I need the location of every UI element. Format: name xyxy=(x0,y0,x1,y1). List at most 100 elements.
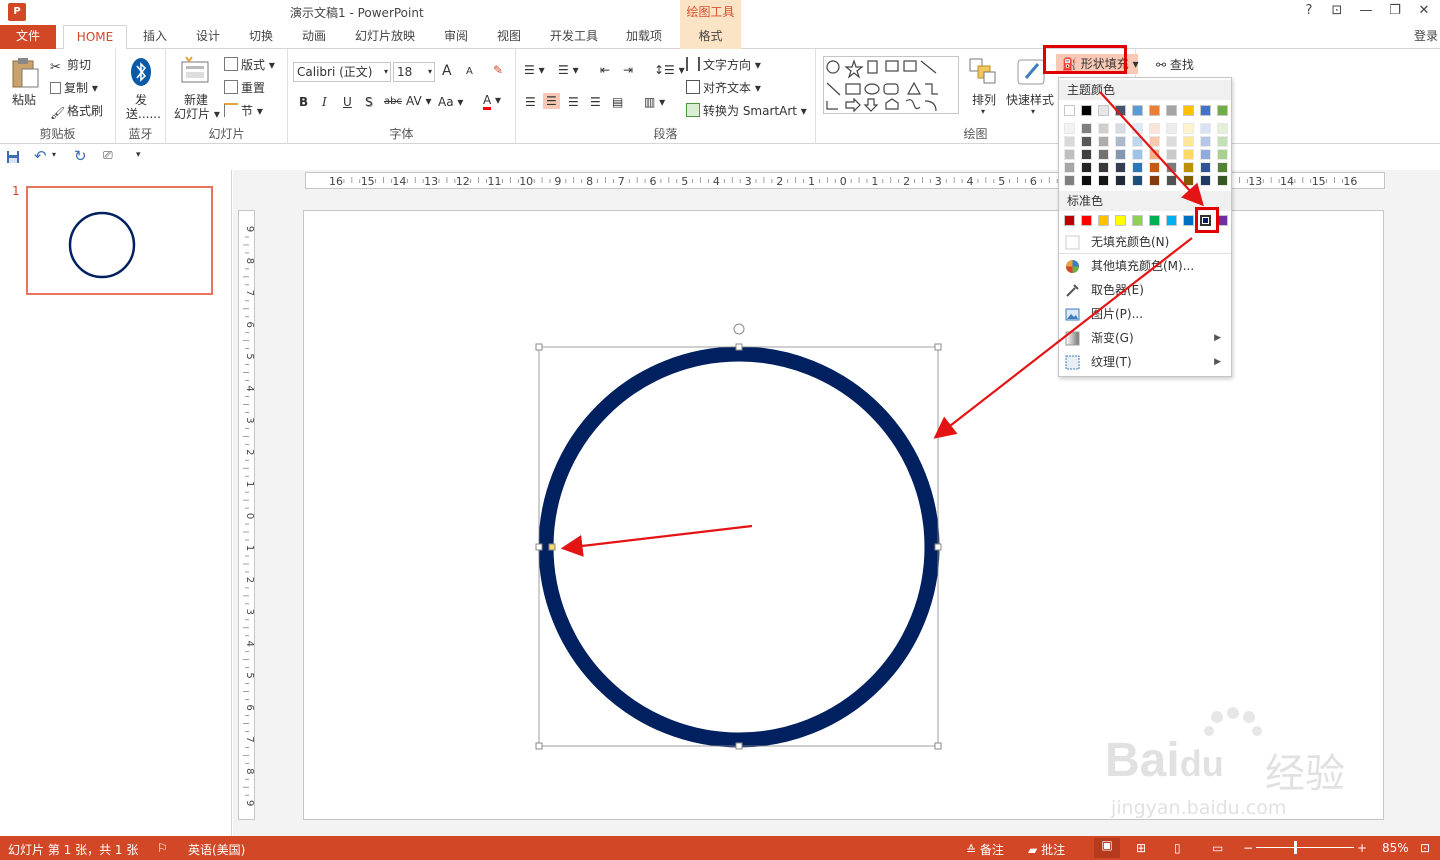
comments-button[interactable]: ▰ 批注 xyxy=(1028,841,1065,858)
adjust-handle[interactable] xyxy=(548,543,556,551)
theme-shade-swatch[interactable] xyxy=(1115,175,1126,186)
section-button[interactable]: 节 ▾ xyxy=(224,102,263,119)
fill-menu-item-picture[interactable]: 图片(P)... xyxy=(1059,302,1231,326)
zoom-out-icon[interactable]: − xyxy=(1243,841,1253,855)
theme-shade-swatch[interactable] xyxy=(1200,162,1211,173)
resize-handle[interactable] xyxy=(735,343,743,351)
fit-to-window-icon[interactable]: ⊡ xyxy=(1420,841,1430,855)
shrink-font-button[interactable]: A xyxy=(466,66,473,77)
shapes-gallery[interactable] xyxy=(823,56,959,114)
login-link[interactable]: 登录 xyxy=(1414,27,1438,44)
standard-color-swatch[interactable] xyxy=(1183,215,1194,226)
theme-shade-swatch[interactable] xyxy=(1098,123,1109,134)
theme-color-swatch[interactable] xyxy=(1166,105,1177,116)
theme-color-swatch[interactable] xyxy=(1200,105,1211,116)
theme-shade-swatch[interactable] xyxy=(1149,123,1160,134)
copy-button[interactable]: 复制 ▾ xyxy=(50,79,98,96)
theme-shade-swatch[interactable] xyxy=(1200,175,1211,186)
theme-shade-swatch[interactable] xyxy=(1183,136,1194,147)
standard-color-swatch[interactable] xyxy=(1064,215,1075,226)
theme-shade-swatch[interactable] xyxy=(1115,149,1126,160)
theme-shade-swatch[interactable] xyxy=(1200,136,1211,147)
increase-indent-button[interactable]: ⇥ xyxy=(623,63,633,77)
layout-button[interactable]: 版式 ▾ xyxy=(224,56,275,73)
minimize-button[interactable]: — xyxy=(1355,3,1377,18)
convert-smartart-button[interactable]: 转换为 SmartArt ▾ xyxy=(686,102,807,119)
theme-shade-swatch[interactable] xyxy=(1166,162,1177,173)
change-case-button[interactable]: Aa ▾ xyxy=(438,95,463,109)
theme-shade-swatch[interactable] xyxy=(1166,175,1177,186)
resize-handle[interactable] xyxy=(535,543,543,551)
standard-color-swatch[interactable] xyxy=(1149,215,1160,226)
theme-shade-swatch[interactable] xyxy=(1200,149,1211,160)
distributed-button[interactable]: ▤ xyxy=(612,95,623,109)
theme-shade-swatch[interactable] xyxy=(1183,149,1194,160)
undo-dropdown-icon[interactable]: ▾ xyxy=(52,150,56,159)
resize-handle[interactable] xyxy=(934,343,942,351)
theme-color-swatch[interactable] xyxy=(1115,105,1126,116)
rotate-handle-icon[interactable] xyxy=(733,323,745,335)
reading-view-icon[interactable]: ▯ xyxy=(1174,841,1181,855)
notes-button[interactable]: ≙ 备注 xyxy=(966,841,1004,858)
font-name-select[interactable]: Calibri (正文) ▾ xyxy=(293,62,391,82)
theme-shade-swatch[interactable] xyxy=(1064,149,1075,160)
undo-icon[interactable]: ↶ xyxy=(34,147,47,165)
decrease-indent-button[interactable]: ⇤ xyxy=(600,63,610,77)
fill-menu-item-color-wheel[interactable]: 其他填充颜色(M)... xyxy=(1059,254,1231,278)
zoom-in-icon[interactable]: + xyxy=(1357,841,1367,855)
theme-shade-swatch[interactable] xyxy=(1200,123,1211,134)
fill-menu-item-texture[interactable]: 纹理(T) ▶ xyxy=(1059,350,1231,374)
tab-design[interactable]: 设计 xyxy=(188,25,228,49)
language-status[interactable]: 英语(美国) xyxy=(188,841,245,858)
char-spacing-button[interactable]: AV ▾ xyxy=(406,94,432,108)
resize-handle[interactable] xyxy=(934,742,942,750)
align-left-button[interactable]: ☰ xyxy=(525,95,536,109)
theme-shade-swatch[interactable] xyxy=(1081,162,1092,173)
theme-shade-swatch[interactable] xyxy=(1081,123,1092,134)
zoom-slider-track[interactable] xyxy=(1256,847,1354,848)
paste-button[interactable] xyxy=(10,57,40,92)
theme-shade-swatch[interactable] xyxy=(1064,136,1075,147)
columns-button[interactable]: ▥ ▾ xyxy=(644,95,665,109)
tab-developer[interactable]: 开发工具 xyxy=(543,25,605,49)
theme-shade-swatch[interactable] xyxy=(1132,175,1143,186)
theme-shade-swatch[interactable] xyxy=(1132,123,1143,134)
theme-shade-swatch[interactable] xyxy=(1149,149,1160,160)
tab-format[interactable]: 格式 xyxy=(680,25,741,49)
theme-shade-swatch[interactable] xyxy=(1098,175,1109,186)
bullets-button[interactable]: ☰ ▾ xyxy=(524,63,545,77)
tab-insert[interactable]: 插入 xyxy=(136,25,174,49)
bold-button[interactable]: B xyxy=(299,95,308,109)
theme-shade-swatch[interactable] xyxy=(1217,136,1228,147)
standard-color-swatch[interactable] xyxy=(1115,215,1126,226)
resize-handle[interactable] xyxy=(934,543,942,551)
theme-color-swatch[interactable] xyxy=(1064,105,1075,116)
theme-shade-swatch[interactable] xyxy=(1081,175,1092,186)
ribbon-display-button[interactable]: ⊡ xyxy=(1326,3,1348,18)
format-painter-button[interactable]: 🖌 格式刷 xyxy=(50,102,103,120)
theme-shade-swatch[interactable] xyxy=(1098,136,1109,147)
underline-button[interactable]: U xyxy=(343,95,352,109)
theme-shade-swatch[interactable] xyxy=(1115,123,1126,134)
strikethrough-button[interactable]: abc xyxy=(384,96,402,107)
tab-transitions[interactable]: 切换 xyxy=(241,25,281,49)
theme-shade-swatch[interactable] xyxy=(1115,162,1126,173)
theme-shade-swatch[interactable] xyxy=(1217,175,1228,186)
standard-color-swatch[interactable] xyxy=(1132,215,1143,226)
tab-animations[interactable]: 动画 xyxy=(294,25,334,49)
zoom-level[interactable]: 85% xyxy=(1382,841,1409,855)
theme-shade-swatch[interactable] xyxy=(1166,136,1177,147)
font-size-select[interactable]: 18 ▾ xyxy=(393,62,435,82)
tab-slideshow[interactable]: 幻灯片放映 xyxy=(349,25,421,49)
help-button[interactable]: ? xyxy=(1298,3,1320,18)
start-slideshow-icon[interactable]: ⎚ xyxy=(103,148,113,163)
resize-handle[interactable] xyxy=(735,742,743,750)
tab-addins[interactable]: 加载项 xyxy=(618,25,670,49)
theme-shade-swatch[interactable] xyxy=(1166,149,1177,160)
theme-color-swatch[interactable] xyxy=(1081,105,1092,116)
theme-color-swatch[interactable] xyxy=(1149,105,1160,116)
paste-label[interactable]: 粘贴 xyxy=(12,91,36,108)
theme-shade-swatch[interactable] xyxy=(1149,136,1160,147)
save-icon[interactable] xyxy=(6,150,20,164)
font-color-button[interactable]: A ▾ xyxy=(483,93,501,110)
